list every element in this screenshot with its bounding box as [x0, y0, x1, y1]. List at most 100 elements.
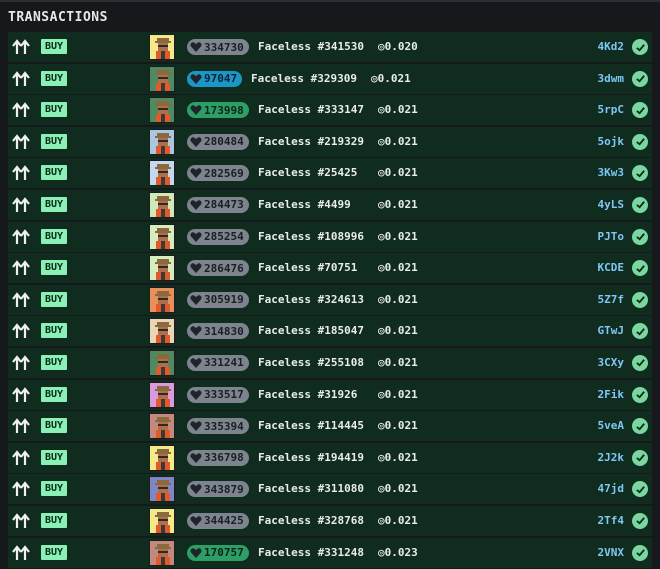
- rank-value: 336798: [204, 451, 244, 465]
- sol-icon: ◎: [378, 545, 385, 559]
- check-circle-icon: [632, 512, 648, 529]
- nft-avatar[interactable]: [149, 65, 175, 92]
- nft-name[interactable]: Faceless #331248: [258, 546, 364, 559]
- avatar-figure-icon: [150, 319, 174, 344]
- avatar-figure-icon: [150, 287, 174, 312]
- sol-icon: ◎: [371, 71, 378, 85]
- check-circle-icon: [632, 39, 648, 55]
- nft-avatar[interactable]: [149, 160, 175, 187]
- rank-value: 333517: [204, 388, 244, 402]
- nft-name[interactable]: Faceless #70751: [258, 261, 357, 274]
- nft-avatar[interactable]: [149, 444, 175, 471]
- heart-icon: [190, 421, 202, 432]
- transaction-row[interactable]: BUY 170757 Faceless #331248 ◎0.023 2VNX: [8, 537, 652, 568]
- transaction-row[interactable]: BUY 97047 Faceless #329309 ◎0.021 3dwm: [8, 63, 652, 94]
- nft-avatar[interactable]: [149, 318, 175, 345]
- nft-avatar[interactable]: [149, 191, 175, 218]
- transaction-id-link[interactable]: GTwJ: [598, 324, 625, 337]
- price-value: 0.020: [384, 40, 418, 53]
- transaction-row[interactable]: BUY 314830 Faceless #185047 ◎0.021 GTwJ: [8, 316, 652, 347]
- transaction-id-link[interactable]: PJTo: [598, 230, 625, 243]
- transaction-id-link[interactable]: KCDE: [598, 261, 625, 274]
- transaction-row[interactable]: BUY 336798 Faceless #194419 ◎0.021 2J2k: [8, 442, 652, 473]
- nft-avatar[interactable]: [149, 381, 175, 408]
- nft-avatar[interactable]: [149, 286, 175, 313]
- rank-value: 280484: [204, 135, 244, 149]
- transaction-id-link[interactable]: 2Fik: [598, 388, 625, 401]
- avatar-figure-icon: [150, 192, 174, 217]
- transaction-id-link[interactable]: 3Kw3: [598, 166, 625, 179]
- nft-name[interactable]: Faceless #4499: [258, 198, 351, 211]
- transaction-id-link[interactable]: 2VNX: [598, 546, 625, 559]
- transaction-row[interactable]: BUY 305919 Faceless #324613 ◎0.021 5Z7f: [8, 284, 652, 315]
- transaction-row[interactable]: BUY 286476 Faceless #70751 ◎0.021 KCDE: [8, 253, 652, 284]
- rank-value: 97047: [204, 72, 238, 86]
- nft-name[interactable]: Faceless #194419: [258, 451, 364, 464]
- price: ◎0.021: [378, 293, 418, 306]
- transaction-row[interactable]: BUY 343879 Faceless #311080 ◎0.021 47jd: [8, 474, 652, 505]
- nft-name[interactable]: Faceless #31926: [258, 388, 357, 401]
- nft-avatar[interactable]: [149, 223, 175, 250]
- transaction-id-link[interactable]: 4Kd2: [598, 40, 625, 53]
- nft-avatar[interactable]: [149, 128, 175, 155]
- heart-icon: [190, 326, 202, 337]
- nft-avatar[interactable]: [149, 34, 175, 60]
- transaction-row[interactable]: BUY 331241 Faceless #255108 ◎0.021 3CXy: [8, 347, 652, 378]
- transaction-id-link[interactable]: 2Tf4: [598, 514, 625, 527]
- price: ◎0.021: [378, 103, 418, 116]
- transaction-id-link[interactable]: 5Z7f: [598, 293, 625, 306]
- nft-avatar[interactable]: [149, 413, 175, 440]
- up-arrows-icon: [12, 481, 30, 497]
- transaction-row[interactable]: BUY 334730 Faceless #341530 ◎0.020 4Kd2: [8, 32, 652, 62]
- check-circle-icon: [632, 386, 648, 403]
- heart-icon: [190, 73, 202, 84]
- transaction-id-link[interactable]: 3dwm: [598, 72, 625, 85]
- rank-badge: 314830: [187, 323, 249, 340]
- nft-name[interactable]: Faceless #114445: [258, 419, 364, 432]
- price-value: 0.021: [384, 292, 418, 306]
- transaction-row[interactable]: BUY 280484 Faceless #219329 ◎0.021 5ojk: [8, 126, 652, 157]
- rank-value: 334730: [204, 40, 244, 54]
- transaction-id-link[interactable]: 3CXy: [598, 356, 625, 369]
- transaction-row[interactable]: BUY 282569 Faceless #25425 ◎0.021 3Kw3: [8, 158, 652, 189]
- transaction-row[interactable]: BUY 173998 Faceless #333147 ◎0.021 5rpC: [8, 95, 652, 126]
- nft-name[interactable]: Faceless #25425: [258, 166, 357, 179]
- nft-avatar[interactable]: [149, 476, 175, 503]
- transaction-id-link[interactable]: 47jd: [598, 482, 625, 495]
- sol-icon: ◎: [378, 103, 385, 117]
- transaction-row[interactable]: BUY 284473 Faceless #4499 ◎0.021 4yLS: [8, 189, 652, 220]
- nft-name[interactable]: Faceless #328768: [258, 514, 364, 527]
- transaction-row[interactable]: BUY 335394 Faceless #114445 ◎0.021 5veA: [8, 411, 652, 442]
- nft-name[interactable]: Faceless #108996: [258, 230, 364, 243]
- transaction-id-link[interactable]: 4yLS: [598, 198, 625, 211]
- buy-tag: BUY: [41, 102, 68, 118]
- nft-avatar[interactable]: [149, 539, 175, 566]
- transaction-id-link[interactable]: 2J2k: [598, 451, 625, 464]
- transaction-row[interactable]: BUY 344425 Faceless #328768 ◎0.021 2Tf4: [8, 505, 652, 536]
- nft-name[interactable]: Faceless #219329: [258, 135, 364, 148]
- nft-name[interactable]: Faceless #341530: [258, 40, 364, 53]
- transaction-row[interactable]: BUY 285254 Faceless #108996 ◎0.021 PJTo: [8, 221, 652, 252]
- price: ◎0.021: [378, 419, 418, 432]
- nft-avatar[interactable]: [149, 97, 175, 124]
- transaction-row[interactable]: BUY 333517 Faceless #31926 ◎0.021 2Fik: [8, 379, 652, 410]
- price: ◎0.021: [378, 514, 418, 527]
- price-value: 0.021: [384, 355, 418, 369]
- nft-avatar[interactable]: [149, 349, 175, 376]
- nft-name[interactable]: Faceless #255108: [258, 356, 364, 369]
- nft-name[interactable]: Faceless #333147: [258, 103, 364, 116]
- nft-avatar[interactable]: [149, 507, 175, 534]
- rank-badge: 285254: [187, 228, 249, 245]
- transaction-id-link[interactable]: 5rpC: [598, 103, 625, 116]
- price: ◎0.023: [378, 546, 418, 559]
- nft-name[interactable]: Faceless #311080: [258, 482, 364, 495]
- price: ◎0.021: [378, 135, 418, 148]
- nft-name[interactable]: Faceless #329309: [251, 72, 357, 85]
- transaction-id-link[interactable]: 5ojk: [598, 135, 625, 148]
- buy-tag: BUY: [41, 354, 68, 370]
- nft-name[interactable]: Faceless #185047: [258, 324, 364, 337]
- nft-name[interactable]: Faceless #324613: [258, 293, 364, 306]
- nft-avatar[interactable]: [149, 255, 175, 282]
- check-circle-icon: [632, 228, 648, 245]
- transaction-id-link[interactable]: 5veA: [598, 419, 625, 432]
